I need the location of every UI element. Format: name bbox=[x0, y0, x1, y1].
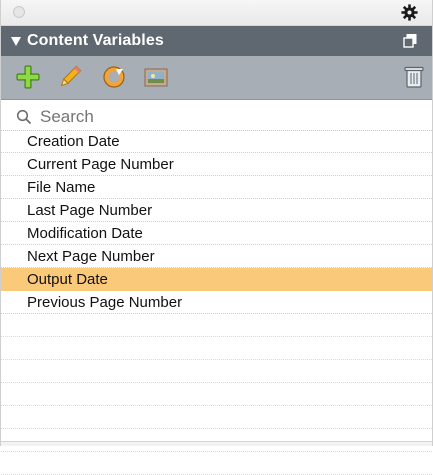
list-item[interactable]: Modification Date bbox=[1, 222, 432, 245]
image-properties-icon[interactable] bbox=[143, 64, 169, 90]
list-item-label: Previous Page Number bbox=[27, 293, 183, 311]
list-item[interactable]: Last Page Number bbox=[1, 199, 432, 222]
disclosure-triangle-icon[interactable] bbox=[11, 36, 21, 46]
empty-row bbox=[1, 314, 432, 337]
panel-title: Content Variables bbox=[27, 32, 164, 49]
duplicate-icon[interactable] bbox=[402, 33, 418, 49]
list-item-selected[interactable]: Output Date bbox=[1, 268, 432, 291]
trash-icon[interactable] bbox=[401, 64, 427, 90]
content-variables-panel: Content Variables Search Creation Date C… bbox=[0, 0, 433, 475]
variables-list: Creation Date Current Page Number File N… bbox=[1, 130, 432, 475]
variables-toolbar bbox=[1, 56, 432, 100]
list-item[interactable]: Creation Date bbox=[1, 130, 432, 153]
panel-footer bbox=[1, 441, 432, 446]
list-item-label: Creation Date bbox=[27, 132, 120, 150]
window-close-button[interactable] bbox=[13, 6, 25, 18]
empty-row bbox=[1, 452, 432, 475]
refresh-icon[interactable] bbox=[101, 64, 127, 90]
list-item[interactable]: Current Page Number bbox=[1, 153, 432, 176]
list-item-label: Last Page Number bbox=[27, 201, 153, 219]
list-item[interactable]: Previous Page Number bbox=[1, 291, 432, 314]
empty-row bbox=[1, 360, 432, 383]
list-item[interactable]: File Name bbox=[1, 176, 432, 199]
plus-icon[interactable] bbox=[15, 64, 41, 90]
search-bar bbox=[1, 104, 432, 131]
list-item-label: Current Page Number bbox=[27, 155, 174, 173]
list-item-label: Output Date bbox=[27, 270, 108, 288]
panel-header[interactable]: Content Variables bbox=[1, 26, 432, 56]
search-icon bbox=[16, 109, 32, 125]
window-titlebar bbox=[1, 0, 432, 26]
empty-row bbox=[1, 406, 432, 429]
gear-icon[interactable] bbox=[401, 4, 418, 21]
list-item[interactable]: Next Page Number bbox=[1, 245, 432, 268]
search-input[interactable] bbox=[40, 107, 420, 127]
list-item-label: File Name bbox=[27, 178, 96, 196]
list-item-label: Next Page Number bbox=[27, 247, 155, 265]
empty-row bbox=[1, 337, 432, 360]
list-item-label: Modification Date bbox=[27, 224, 143, 242]
pencil-icon[interactable] bbox=[57, 64, 83, 90]
empty-row bbox=[1, 383, 432, 406]
